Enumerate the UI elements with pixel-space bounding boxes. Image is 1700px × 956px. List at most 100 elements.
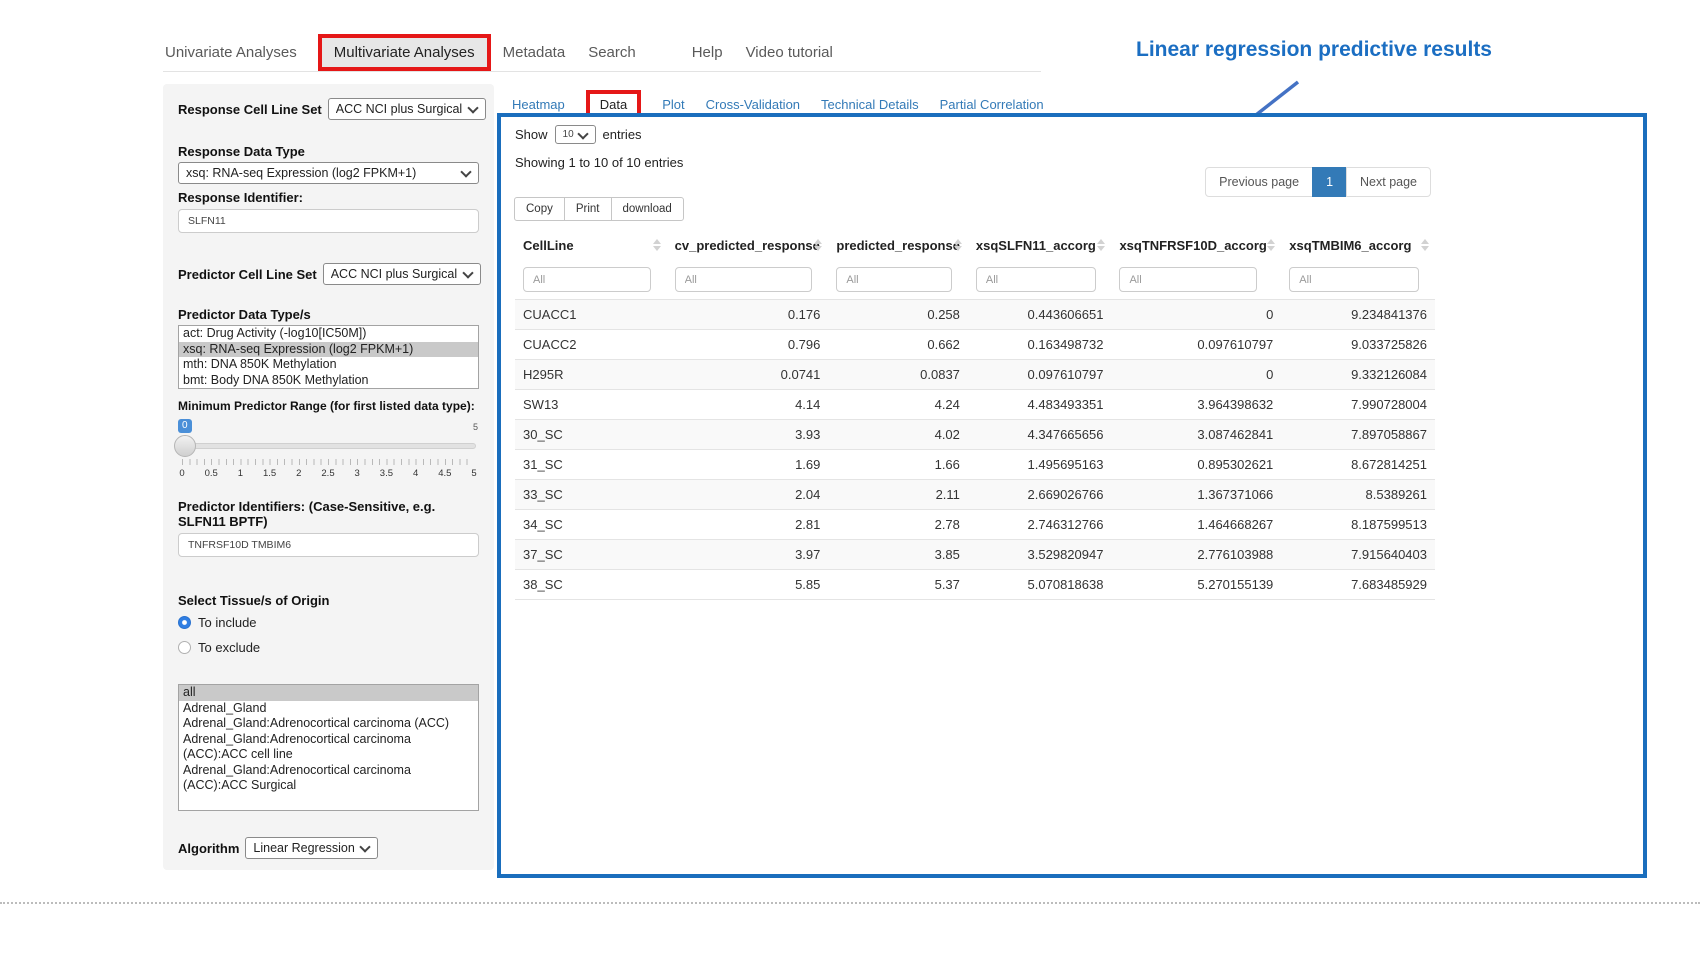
sort-icon[interactable]	[1267, 239, 1275, 251]
response-cell-line-set-select[interactable]: ACC NCI plus Surgical	[328, 98, 486, 120]
value-cell: 1.367371066	[1111, 480, 1281, 510]
value-cell: 4.347665656	[968, 420, 1112, 450]
sort-icon[interactable]	[814, 239, 822, 251]
nav-item-multivariate-analyses[interactable]: Multivariate Analyses	[318, 34, 491, 71]
sort-icon[interactable]	[653, 239, 661, 251]
sort-icon[interactable]	[1421, 239, 1429, 251]
top-nav: Univariate Analyses Multivariate Analyses…	[163, 34, 1041, 72]
tissue-include-radio[interactable]: To include	[178, 612, 479, 633]
value-cell: 5.270155139	[1111, 570, 1281, 600]
slider-ticks	[182, 459, 474, 465]
previous-page-button[interactable]: Previous page	[1205, 167, 1313, 197]
tab-plot[interactable]: Plot	[662, 97, 684, 112]
value-cell: 4.24	[828, 390, 968, 420]
nav-item-help[interactable]: Help	[690, 36, 725, 69]
nav-item-search[interactable]: Search	[586, 36, 638, 69]
slider-tick-label-1-5: 1.5	[263, 468, 276, 479]
nav-item-univariate-analyses[interactable]: Univariate Analyses	[163, 36, 299, 69]
sidebar: Response Cell Line Set ACC NCI plus Surg…	[163, 84, 494, 870]
results-panel: Show 10 entries Showing 1 to 10 of 10 en…	[497, 113, 1647, 878]
value-cell: 4.483493351	[968, 390, 1112, 420]
response-data-type-select[interactable]: xsq: RNA-seq Expression (log2 FPKM+1)	[178, 162, 479, 184]
tissue-exclude-radio[interactable]: To exclude	[178, 637, 479, 658]
value-cell: 0	[1111, 360, 1281, 390]
column-header-cellline[interactable]: CellLine	[515, 229, 667, 260]
tab-partial-correlation[interactable]: Partial Correlation	[940, 97, 1044, 112]
radio-checked-icon[interactable]	[178, 616, 191, 629]
table-header-row: CellLinecv_predicted_responsepredicted_r…	[515, 229, 1435, 260]
slider-track[interactable]	[178, 443, 476, 449]
algorithm-label: Algorithm	[178, 841, 239, 856]
tissue-option-adrenal-gland-adrenocortical-carcinoma-acc-acc-surgical[interactable]: Adrenal_Gland:Adrenocortical carcinoma (…	[179, 763, 478, 794]
filter-input-xsqtmbim6-accorg[interactable]	[1289, 267, 1418, 292]
column-header-cv-predicted-response[interactable]: cv_predicted_response	[667, 229, 829, 260]
value-cell: 3.964398632	[1111, 390, 1281, 420]
predictor-type-option-bmt-body-dna-850k-methylation[interactable]: bmt: Body DNA 850K Methylation	[179, 373, 478, 389]
predictor-type-option-mth-dna-850k-methylation[interactable]: mth: DNA 850K Methylation	[179, 357, 478, 373]
slider-tick-label-3-5: 3.5	[380, 468, 393, 479]
value-cell: 0.097610797	[968, 360, 1112, 390]
sort-icon[interactable]	[954, 239, 962, 251]
tissue-option-all[interactable]: all	[179, 685, 478, 701]
value-cell: 5.85	[667, 570, 829, 600]
tissue-option-adrenal-gland-adrenocortical-carcinoma-acc[interactable]: Adrenal_Gland:Adrenocortical carcinoma (…	[179, 716, 478, 732]
filter-input-cellline[interactable]	[523, 267, 651, 292]
predictor-identifiers-label: Predictor Identifiers: (Case-Sensitive, …	[178, 499, 479, 529]
predictor-type-option-act-drug-activity-log10-ic50m[interactable]: act: Drug Activity (-log10[IC50M])	[179, 326, 478, 342]
value-cell: 8.672814251	[1281, 450, 1435, 480]
filter-input-predicted-response[interactable]	[836, 267, 952, 292]
table-filter-row	[515, 260, 1435, 300]
predictor-data-types-label: Predictor Data Type/s	[178, 307, 479, 322]
predictor-type-option-xsq-rna-seq-expression-log2-fpkm-1[interactable]: xsq: RNA-seq Expression (log2 FPKM+1)	[179, 342, 478, 358]
download-button[interactable]: download	[611, 197, 684, 221]
filter-cell	[828, 260, 968, 300]
filter-input-xsqslfn11-accorg[interactable]	[976, 267, 1096, 292]
value-cell: 1.66	[828, 450, 968, 480]
next-page-button[interactable]: Next page	[1346, 167, 1431, 197]
tissue-option-adrenal-gland-adrenocortical-carcinoma-acc-acc-cell-line[interactable]: Adrenal_Gland:Adrenocortical carcinoma (…	[179, 732, 478, 763]
column-header-xsqtmbim6-accorg[interactable]: xsqTMBIM6_accorg	[1281, 229, 1435, 260]
table-row: 34_SC2.812.782.7463127661.4646682678.187…	[515, 510, 1435, 540]
radio-unchecked-icon[interactable]	[178, 641, 191, 654]
slider-tick-labels: 00.511.522.533.544.55	[182, 468, 474, 480]
slider-tick-label-4-5: 4.5	[438, 468, 451, 479]
copy-button[interactable]: Copy	[514, 197, 565, 221]
page-length-select[interactable]: 10	[555, 125, 596, 144]
slider-tick-label-4: 4	[413, 468, 418, 479]
sort-icon[interactable]	[1097, 239, 1105, 251]
column-header-predicted-response[interactable]: predicted_response	[828, 229, 968, 260]
filter-input-xsqtnfrsf10d-accorg[interactable]	[1119, 267, 1257, 292]
tissue-listbox[interactable]: allAdrenal_GlandAdrenal_Gland:Adrenocort…	[178, 684, 479, 811]
response-identifier-input[interactable]	[178, 209, 479, 233]
table-info: Showing 1 to 10 of 10 entries	[515, 155, 1643, 170]
column-header-xsqslfn11-accorg[interactable]: xsqSLFN11_accorg	[968, 229, 1112, 260]
tab-heatmap[interactable]: Heatmap	[512, 97, 565, 112]
predictor-data-types-listbox[interactable]: act: Drug Activity (-log10[IC50M])xsq: R…	[178, 325, 479, 389]
column-header-xsqtnfrsf10d-accorg[interactable]: xsqTNFRSF10D_accorg	[1111, 229, 1281, 260]
predictor-cell-line-set-select[interactable]: ACC NCI plus Surgical	[323, 263, 481, 285]
page-number-button[interactable]: 1	[1312, 167, 1347, 197]
cell-line-cell: 37_SC	[515, 540, 667, 570]
table-row: 31_SC1.691.661.4956951630.8953026218.672…	[515, 450, 1435, 480]
value-cell: 3.97	[667, 540, 829, 570]
nav-item-video-tutorial[interactable]: Video tutorial	[744, 36, 835, 69]
nav-item-metadata[interactable]: Metadata	[501, 36, 568, 69]
column-header-label: xsqSLFN11_accorg	[976, 238, 1096, 253]
tissue-option-adrenal-gland[interactable]: Adrenal_Gland	[179, 701, 478, 717]
slider-tick-label-2-5: 2.5	[321, 468, 334, 479]
tab-technical-details[interactable]: Technical Details	[821, 97, 919, 112]
predictor-identifiers-input[interactable]	[178, 533, 479, 557]
column-header-label: xsqTNFRSF10D_accorg	[1119, 238, 1266, 253]
page-length-control: Show 10 entries	[515, 125, 1643, 144]
min-predictor-range-slider[interactable]: 0 5 00.511.522.533.544.55	[178, 435, 476, 487]
cell-line-cell: CUACC2	[515, 330, 667, 360]
filter-input-cv-predicted-response[interactable]	[675, 267, 812, 292]
slider-handle[interactable]	[174, 435, 196, 457]
response-identifier-label: Response Identifier:	[178, 190, 479, 205]
print-button[interactable]: Print	[564, 197, 612, 221]
tab-cross-validation[interactable]: Cross-Validation	[706, 97, 800, 112]
table-row: H295R0.07410.08370.09761079709.332126084	[515, 360, 1435, 390]
algorithm-select[interactable]: Linear Regression	[245, 837, 378, 859]
show-label: Show	[515, 127, 548, 142]
slider-tick-label-0: 0	[179, 468, 184, 479]
